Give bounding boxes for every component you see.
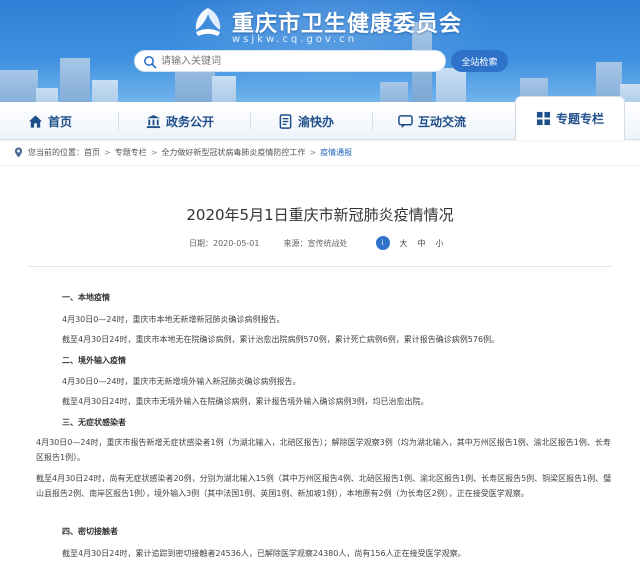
grid-icon bbox=[536, 111, 551, 126]
nav-item-yukuaiban[interactable]: 渝快办 bbox=[278, 102, 334, 140]
breadcrumb-separator: > bbox=[150, 148, 158, 157]
nav-label: 互动交流 bbox=[418, 114, 467, 129]
nav-divider bbox=[118, 112, 119, 130]
breadcrumb-link-epidemic[interactable]: 全力做好新型冠状病毒肺炎疫情防控工作 bbox=[161, 147, 305, 158]
paragraph: 4月30日0—24时，重庆市报告新增无症状感染者1例（为湖北输入，北碚区报告）；… bbox=[36, 438, 611, 462]
chat-icon bbox=[398, 114, 413, 128]
section-heading: 三、无症状感染者 bbox=[62, 418, 126, 427]
breadcrumb-prefix: 您当前的位置： bbox=[28, 148, 84, 157]
nav-item-special-topics[interactable]: 专题专栏 bbox=[515, 96, 625, 140]
site-search-button[interactable]: 全站检索 bbox=[451, 50, 508, 72]
search-box bbox=[134, 50, 446, 72]
main-nav: 首页 政务公开 渝快办 互动交流 专题专栏 bbox=[0, 96, 640, 140]
home-icon bbox=[28, 114, 43, 128]
nav-label: 渝快办 bbox=[298, 114, 335, 129]
paragraph: 4月30日0—24时，重庆市本地无新增新冠肺炎确诊病例报告。 bbox=[62, 315, 285, 324]
search-icon bbox=[144, 56, 157, 69]
article-title: 2020年5月1日重庆市新冠肺炎疫情情况 bbox=[186, 206, 454, 224]
nav-label: 首页 bbox=[48, 114, 73, 129]
nav-divider bbox=[250, 112, 251, 130]
location-pin-icon bbox=[14, 147, 23, 158]
nav-divider bbox=[372, 112, 373, 130]
document-icon bbox=[279, 113, 292, 129]
section-heading: 一、本地疫情 bbox=[62, 293, 110, 302]
article-date: 日期：2020-05-01 bbox=[189, 238, 260, 248]
font-size-medium[interactable]: 中 bbox=[418, 238, 426, 249]
nav-label: 政务公开 bbox=[166, 114, 215, 129]
nav-item-gov-affairs[interactable]: 政务公开 bbox=[146, 102, 214, 140]
font-size-small[interactable]: 小 bbox=[436, 238, 444, 249]
breadcrumb-current[interactable]: 疫情通报 bbox=[320, 147, 352, 158]
building-icon bbox=[146, 114, 161, 128]
share-icon[interactable]: i bbox=[375, 236, 390, 250]
nav-item-interaction[interactable]: 互动交流 bbox=[398, 102, 466, 140]
section-heading: 四、密切接触者 bbox=[62, 527, 118, 536]
article-divider bbox=[28, 266, 612, 267]
breadcrumb-link-topics[interactable]: 专题专栏 bbox=[115, 147, 147, 158]
breadcrumb-separator: > bbox=[104, 148, 111, 157]
section-heading: 二、境外输入疫情 bbox=[62, 356, 126, 365]
breadcrumb: 您当前的位置： 首页 > 专题专栏 > 全力做好新型冠状病毒肺炎疫情防控工作 >… bbox=[0, 140, 640, 166]
paragraph: 截至4月30日24时，重庆市无境外输入在院确诊病例，累计报告境外输入确诊病例3例… bbox=[62, 397, 429, 406]
font-size-large[interactable]: 大 bbox=[400, 238, 408, 249]
health-commission-logo bbox=[195, 8, 221, 36]
breadcrumb-link-home[interactable]: 首页 bbox=[84, 147, 100, 158]
paragraph: 4月30日0—24时，重庆市无新增境外输入新冠肺炎确诊病例报告。 bbox=[62, 377, 301, 386]
article-source: 来源：宣传统战处 bbox=[283, 238, 348, 248]
nav-item-home[interactable]: 首页 bbox=[28, 102, 72, 140]
article-meta: 日期：2020-05-01 来源：宣传统战处 i 大 中 小 bbox=[189, 235, 444, 251]
paragraph: 截至4月30日24时，尚有无症状感染者20例，分别为湖北输入15例（其中万州区报… bbox=[36, 474, 612, 498]
search-input[interactable] bbox=[161, 52, 441, 70]
site-domain: wsjkw.cq.gov.cn bbox=[232, 34, 358, 45]
paragraph: 截至4月30日24时，累计追踪到密切接触者24536人，已解除医学观察24380… bbox=[62, 549, 466, 558]
breadcrumb-separator: > bbox=[309, 148, 317, 157]
paragraph: 截至4月30日24时，重庆市本地无在院确诊病例，累计治愈出院病例570例，累计死… bbox=[62, 335, 500, 344]
nav-label: 专题专栏 bbox=[555, 112, 604, 126]
